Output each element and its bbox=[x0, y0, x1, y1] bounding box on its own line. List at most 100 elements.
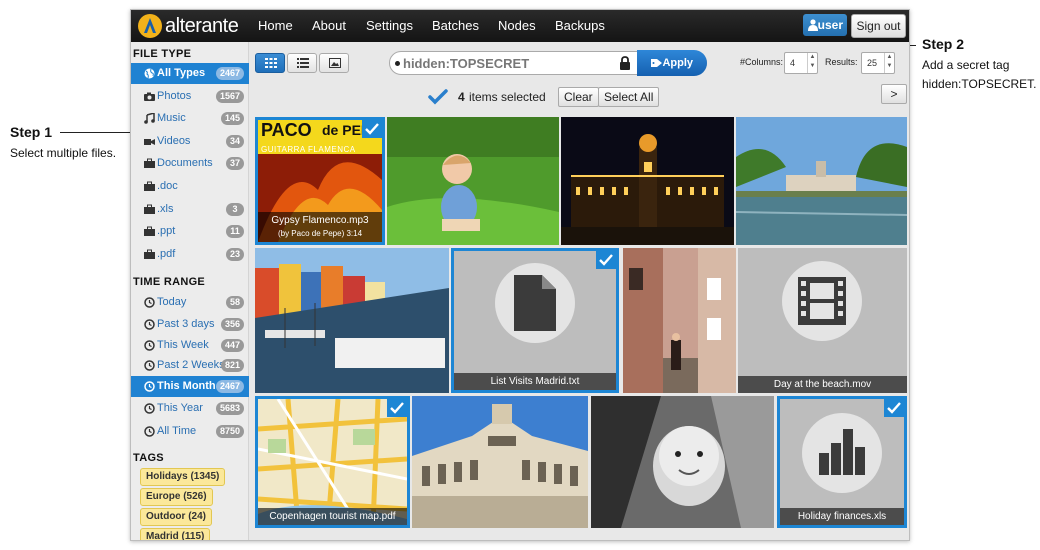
filter-doc[interactable]: .doc bbox=[131, 176, 249, 197]
user-icon bbox=[808, 19, 818, 31]
filter-pdf[interactable]: .pdf 23 bbox=[131, 244, 249, 265]
filter-photos[interactable]: Photos 1567 bbox=[131, 86, 249, 107]
time-this-year[interactable]: This Year 5683 bbox=[131, 398, 249, 419]
count-badge: 34 bbox=[225, 135, 244, 148]
camera-icon bbox=[144, 92, 155, 101]
classical-building-photo bbox=[412, 396, 588, 528]
filter-label: .pdf bbox=[157, 248, 176, 260]
top-navbar: alterante Home About Settings Batches No… bbox=[131, 10, 909, 42]
count-badge: 37 bbox=[225, 157, 244, 170]
file-tile-visits-txt[interactable]: List Visits Madrid.txt bbox=[451, 248, 619, 393]
count-badge: 2467 bbox=[215, 67, 244, 80]
file-tile-night-palace[interactable] bbox=[561, 117, 734, 245]
filter-all-types[interactable]: All Types 2467 bbox=[131, 63, 249, 84]
bar-chart-icon bbox=[819, 429, 865, 475]
apply-label: Apply bbox=[662, 57, 693, 69]
filter-label: .xls bbox=[157, 203, 174, 215]
app-window: alterante Home About Settings Batches No… bbox=[130, 9, 910, 541]
clear-button[interactable]: Clear bbox=[558, 87, 599, 107]
selected-check[interactable] bbox=[884, 399, 904, 417]
briefcase-icon bbox=[144, 204, 155, 214]
filter-label: .doc bbox=[157, 180, 178, 192]
caption-line2: (by Paco de Pepe) 3:14 bbox=[277, 229, 363, 238]
file-tile-beach-mov[interactable]: Day at the beach.mov bbox=[738, 248, 907, 393]
file-tile-narrow-street[interactable] bbox=[623, 248, 736, 393]
clock-icon bbox=[144, 426, 155, 437]
file-tile-madrid-building[interactable] bbox=[412, 396, 588, 528]
brand-logo[interactable]: alterante bbox=[137, 13, 247, 39]
image-view-button[interactable] bbox=[319, 53, 349, 73]
time-this-week[interactable]: This Week 447 bbox=[131, 335, 249, 356]
count-badge: 821 bbox=[220, 359, 244, 372]
filter-documents[interactable]: Documents 37 bbox=[131, 153, 249, 174]
tag-holidays[interactable]: Holidays (1345) bbox=[140, 468, 226, 486]
film-strip-icon bbox=[798, 277, 846, 325]
tag-outdoor[interactable]: Outdoor (24) bbox=[140, 508, 212, 526]
nav-about[interactable]: About bbox=[312, 10, 346, 42]
tag-madrid[interactable]: Madrid (115) bbox=[140, 528, 211, 540]
time-label: Past 3 days bbox=[157, 318, 215, 330]
clock-icon bbox=[144, 360, 155, 371]
selected-check[interactable] bbox=[596, 251, 616, 269]
nav-batches[interactable]: Batches bbox=[432, 10, 479, 42]
time-this-month[interactable]: This Month 2467 bbox=[131, 376, 249, 397]
video-camera-icon bbox=[144, 139, 155, 145]
columns-stepper[interactable]: 4 ▲ ▼ bbox=[784, 52, 818, 74]
file-tile-retiro-lake[interactable] bbox=[736, 117, 907, 245]
file-tile-copenhagen-map[interactable]: Copenhagen tourist map.pdf bbox=[255, 396, 410, 528]
baby-portrait-photo bbox=[591, 396, 774, 528]
count-badge: 23 bbox=[225, 248, 244, 261]
count-badge: 8750 bbox=[215, 425, 244, 438]
selected-check[interactable] bbox=[362, 120, 382, 138]
user-menu-button[interactable]: user bbox=[803, 14, 847, 36]
file-tile-baby-portrait[interactable] bbox=[591, 396, 774, 528]
stepper-arrows-icon[interactable]: ▲ ▼ bbox=[884, 53, 894, 73]
next-page-button[interactable]: > bbox=[881, 84, 907, 104]
results-stepper[interactable]: 25 ▲ ▼ bbox=[861, 52, 895, 74]
logo-mark-icon bbox=[138, 14, 162, 38]
time-label: This Year bbox=[157, 402, 203, 414]
nav-settings[interactable]: Settings bbox=[366, 10, 413, 42]
checkmark-icon bbox=[887, 402, 901, 414]
globe-icon bbox=[144, 68, 155, 79]
time-range-title: TIME RANGE bbox=[133, 276, 206, 288]
time-all-time[interactable]: All Time 8750 bbox=[131, 421, 249, 442]
screenshot-stage: Step 1 Select multiple files. Step 2 Add… bbox=[0, 0, 1040, 550]
search-input[interactable] bbox=[403, 54, 603, 72]
tag-europe[interactable]: Europe (526) bbox=[140, 488, 213, 506]
file-tile-baby-grass[interactable] bbox=[387, 117, 559, 245]
grid-view-button[interactable] bbox=[255, 53, 285, 73]
columns-label: #Columns: bbox=[740, 57, 784, 67]
selected-check[interactable] bbox=[387, 399, 407, 417]
tile-caption: Gypsy Flamenco.mp3 (by Paco de Pepe) 3:1… bbox=[258, 212, 382, 242]
filter-music[interactable]: Music 145 bbox=[131, 108, 249, 129]
brand-name: alterante bbox=[165, 15, 239, 37]
time-today[interactable]: Today 58 bbox=[131, 292, 249, 313]
lake-monument-photo bbox=[736, 117, 907, 245]
nav-backups[interactable]: Backups bbox=[555, 10, 605, 42]
count-badge: 5683 bbox=[215, 402, 244, 415]
file-tile-nyhavn[interactable] bbox=[255, 248, 449, 393]
signout-button[interactable]: Sign out bbox=[851, 14, 906, 38]
stepper-arrows-icon[interactable]: ▲ ▼ bbox=[807, 53, 817, 73]
nav-home[interactable]: Home bbox=[258, 10, 293, 42]
time-past-3-days[interactable]: Past 3 days 356 bbox=[131, 314, 249, 335]
select-all-button[interactable]: Select All bbox=[598, 87, 660, 107]
apply-button[interactable]: Apply bbox=[637, 50, 707, 76]
file-tile-finances-xls[interactable]: Holiday finances.xls bbox=[777, 396, 907, 528]
filter-xls[interactable]: .xls 3 bbox=[131, 199, 249, 220]
sidebar: FILE TYPE All Types 2467 Photos 1567 Mus… bbox=[131, 42, 249, 540]
checkmark-icon bbox=[390, 402, 404, 414]
filter-label: Videos bbox=[157, 135, 191, 147]
tile-caption: Day at the beach.mov bbox=[738, 376, 907, 393]
picture-icon bbox=[329, 58, 341, 68]
filter-ppt[interactable]: .ppt 11 bbox=[131, 221, 249, 242]
filter-label: Documents bbox=[157, 157, 213, 169]
filter-videos[interactable]: Videos 34 bbox=[131, 131, 249, 152]
list-view-button[interactable] bbox=[287, 53, 317, 73]
count-badge: 145 bbox=[220, 112, 244, 125]
file-tile-flamenco[interactable]: PACO de PEPE GUITARRA FLAMENCA Gypsy Fla… bbox=[255, 117, 385, 245]
nav-nodes[interactable]: Nodes bbox=[498, 10, 536, 42]
lock-icon[interactable] bbox=[619, 56, 631, 70]
time-past-2-weeks[interactable]: Past 2 Weeks 821 bbox=[131, 355, 249, 376]
